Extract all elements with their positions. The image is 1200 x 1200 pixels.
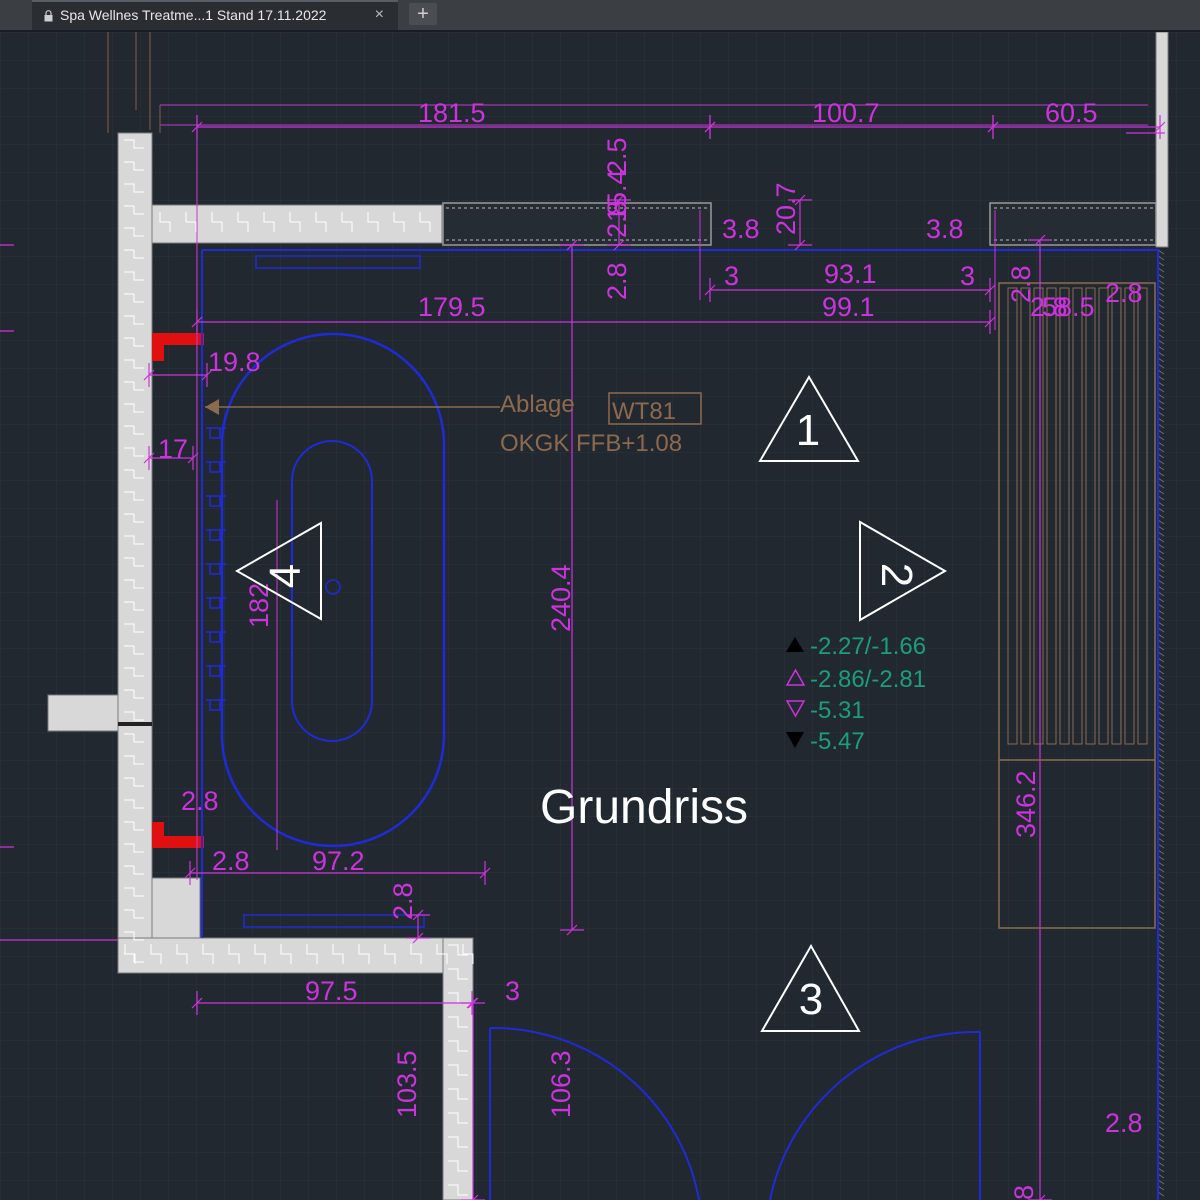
dimension-label: 3.8 bbox=[926, 214, 964, 244]
level-value: -2.27/-1.66 bbox=[810, 633, 926, 660]
drawing-canvas[interactable]: 181.5 100.7 60.5 2.5 2.8 15.4 3.8 20.7 3.8 2.8 3 93… bbox=[0, 32, 1200, 1200]
dimension-label: 2.8 bbox=[181, 786, 219, 816]
new-tab-button[interactable]: + bbox=[409, 3, 437, 25]
wall-segment bbox=[1155, 32, 1169, 248]
view-marker-label: 4 bbox=[261, 564, 310, 588]
dimension-label: 346.2 bbox=[1011, 770, 1041, 838]
dimension-label: 15.4 bbox=[602, 169, 632, 222]
document-tab[interactable]: Spa Wellnes Treatme...1 Stand 17.11.2022… bbox=[32, 0, 398, 30]
floor-plan[interactable]: 181.5 100.7 60.5 2.5 2.8 15.4 3.8 20.7 3.8 2.8 3 93… bbox=[0, 32, 1200, 1200]
wall-segment bbox=[117, 937, 474, 974]
dimension-label: 106.3 bbox=[546, 1050, 576, 1118]
dimension-label: 2.5 bbox=[602, 137, 632, 175]
dimension-label: 97.2 bbox=[312, 846, 365, 876]
view-marker-label: 1 bbox=[796, 406, 820, 455]
drawing-title: Grundriss bbox=[540, 781, 748, 834]
dimension-label: 2.8 bbox=[212, 846, 250, 876]
tab-bar: Spa Wellnes Treatme...1 Stand 17.11.2022… bbox=[0, 0, 1200, 32]
tag-code: WT81 bbox=[612, 398, 676, 425]
dimension-label: 2.8 bbox=[388, 882, 418, 920]
dimension-label: 3.8 bbox=[722, 214, 760, 244]
close-icon[interactable]: × bbox=[375, 6, 384, 24]
level-value: -5.47 bbox=[810, 728, 865, 755]
level-value: -2.86/-2.81 bbox=[810, 666, 926, 693]
dimension-label: 3 bbox=[505, 976, 520, 1006]
wall-joint bbox=[118, 722, 152, 726]
dimension-label: 100.7 bbox=[812, 98, 880, 128]
tab-title: Spa Wellnes Treatme...1 Stand 17.11.2022 bbox=[60, 7, 327, 23]
tag-label-ablage: Ablage bbox=[500, 391, 575, 418]
dimension-label: 179.5 bbox=[418, 292, 486, 322]
dimension-label: 19.8 bbox=[208, 347, 261, 377]
dimension-label: 2.8 bbox=[1105, 1108, 1143, 1138]
view-marker-label: 3 bbox=[799, 975, 823, 1024]
view-marker-label: 2 bbox=[872, 563, 921, 587]
dimension-label: 181.5 bbox=[418, 98, 486, 128]
wall-segment bbox=[47, 694, 119, 732]
dimension-label: 20.7 bbox=[771, 182, 801, 235]
dimension-label: 2.8 bbox=[602, 262, 632, 300]
lock-icon bbox=[44, 10, 53, 22]
tag-label-height: OKGK FFB+1.08 bbox=[500, 430, 682, 457]
wall-opening bbox=[442, 202, 712, 246]
dimension-label: 97.5 bbox=[305, 976, 358, 1006]
dimension-label: 58.5 bbox=[1042, 292, 1095, 322]
dimension-label: 3 bbox=[724, 261, 739, 291]
dimension-label: 3 bbox=[960, 261, 975, 291]
dimension-label: 240.4 bbox=[546, 564, 576, 632]
steel-profile bbox=[152, 333, 164, 361]
dimension-label: 17 bbox=[158, 434, 188, 464]
dimension-label: 103.5 bbox=[392, 1050, 422, 1118]
wall-segment bbox=[151, 877, 201, 941]
dimension-label: 93.1 bbox=[824, 259, 877, 289]
dimension-label: 8 bbox=[1009, 1185, 1039, 1200]
dimension-label: 99.1 bbox=[822, 292, 875, 322]
wall-opening bbox=[989, 202, 1157, 246]
dimension-label: 60.5 bbox=[1045, 98, 1098, 128]
level-value: -5.31 bbox=[810, 697, 865, 724]
dimension-label: 2.8 bbox=[1105, 278, 1143, 308]
wall-segment bbox=[117, 132, 153, 974]
steel-profile bbox=[152, 822, 164, 848]
